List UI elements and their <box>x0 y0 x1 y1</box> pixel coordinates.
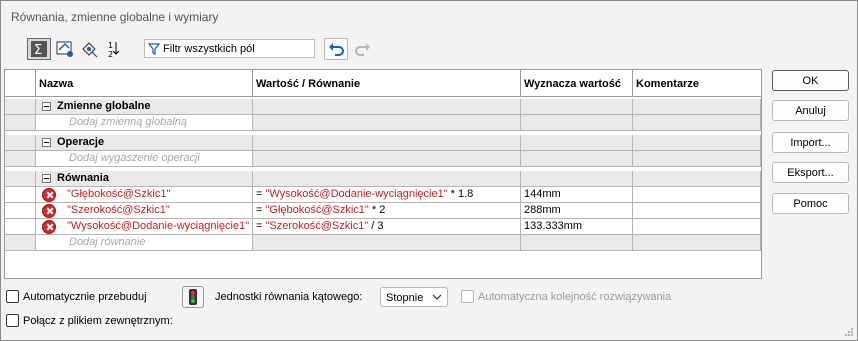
cancel-button[interactable]: Anuluj <box>772 100 849 121</box>
table-row[interactable]: "Wysokość@Dodanie-wyciągnięcie1" = "Szer… <box>5 219 761 235</box>
add-placeholder: Dodaj wygaszenie operacji <box>69 152 200 164</box>
auto-rebuild-checkbox[interactable] <box>6 290 19 303</box>
error-icon <box>42 220 56 234</box>
equation-view-icon: Σ <box>31 41 47 58</box>
angular-units-select[interactable]: Stopnie <box>380 287 448 307</box>
auto-rebuild-label: Automatycznie przebuduj <box>23 291 147 303</box>
angular-units-label: Jednostki równania kątowego: <box>215 291 363 303</box>
traffic-light-icon <box>189 289 197 305</box>
equation-comment[interactable] <box>633 219 761 235</box>
angular-units-value: Stopnie <box>386 292 424 304</box>
sketch-equation-view-icon <box>56 41 73 57</box>
section-label: Zmienne globalne <box>57 100 151 112</box>
add-row-feature[interactable]: Dodaj wygaszenie operacji <box>5 151 761 167</box>
equation-result: 144mm <box>521 187 633 203</box>
add-placeholder: Dodaj zmienną globalną <box>69 116 188 128</box>
svg-text:Σ: Σ <box>34 43 42 58</box>
add-row-global-variable[interactable]: Dodaj zmienną globalną <box>5 115 761 131</box>
dimension-view-icon <box>82 42 98 58</box>
auto-order-checkbox[interactable] <box>461 290 474 303</box>
sketch-equation-view-button[interactable] <box>53 38 77 60</box>
equation-name: "Głębokość@Szkic1" <box>67 188 171 200</box>
collapse-icon[interactable] <box>42 102 51 111</box>
dialog-title: Równania, zmienne globalne i wymiary <box>11 10 219 24</box>
section-row-equations[interactable]: Równania <box>5 171 761 187</box>
undo-button[interactable] <box>324 38 348 60</box>
table-row[interactable]: "Szerokość@Szkic1" = "Głębokość@Szkic1" … <box>5 203 761 219</box>
import-button[interactable]: Import... <box>772 132 849 153</box>
export-button[interactable]: Eksport... <box>772 162 849 183</box>
equations-table: Nazwa Wartość / Równanie Wyznacza wartoś… <box>4 69 762 279</box>
equation-comment[interactable] <box>633 187 761 203</box>
auto-order-label: Automatyczna kolejność rozwiązywania <box>478 291 672 303</box>
filter-label: Filtr wszystkich pól <box>163 42 255 55</box>
filter-icon <box>145 40 163 57</box>
equation-result: 288mm <box>521 203 633 219</box>
add-placeholder: Dodaj równanie <box>69 236 146 248</box>
link-file-label: Połącz z plikiem zewnętrznym: <box>23 315 173 327</box>
column-header-name[interactable]: Nazwa <box>36 70 253 97</box>
table-row[interactable]: "Głębokość@Szkic1" = "Wysokość@Dodanie-w… <box>5 187 761 203</box>
dimension-view-button[interactable] <box>78 38 102 60</box>
section-row-features[interactable]: Operacje <box>5 135 761 151</box>
equation-name: "Wysokość@Dodanie-wyciągnięcie1" <box>67 220 250 232</box>
rebuild-status-button[interactable] <box>182 286 204 308</box>
collapse-icon[interactable] <box>42 174 51 183</box>
equation-view-button[interactable]: Σ <box>27 38 51 60</box>
ordered-view-icon: 1 2 <box>108 41 120 58</box>
section-label: Równania <box>57 172 109 184</box>
link-file-checkbox[interactable] <box>6 314 19 327</box>
help-button[interactable]: Pomoc <box>772 193 849 214</box>
redo-button[interactable] <box>351 38 375 60</box>
row-header-corner <box>5 70 36 97</box>
ok-button[interactable]: OK <box>772 70 849 91</box>
error-icon <box>42 188 56 202</box>
column-header-comments[interactable]: Komentarze <box>633 70 761 97</box>
chevron-down-icon <box>432 294 442 300</box>
error-icon <box>42 204 56 218</box>
filter-field[interactable]: Filtr wszystkich pól <box>144 39 315 58</box>
equations-dialog: Równania, zmienne globalne i wymiary Σ 1… <box>0 0 858 341</box>
add-row-equation[interactable]: Dodaj równanie <box>5 235 761 251</box>
equation-comment[interactable] <box>633 203 761 219</box>
ordered-view-button[interactable]: 1 2 <box>104 38 128 60</box>
resize-grip-icon[interactable] <box>844 327 854 337</box>
column-header-result[interactable]: Wyznacza wartość <box>521 70 633 97</box>
collapse-icon[interactable] <box>42 138 51 147</box>
svg-text:2: 2 <box>108 50 113 58</box>
equation-name: "Szerokość@Szkic1" <box>67 204 170 216</box>
undo-icon <box>329 43 344 56</box>
section-row-global-variables[interactable]: Zmienne globalne <box>5 99 761 115</box>
column-header-value[interactable]: Wartość / Równanie <box>253 70 521 97</box>
title-bar[interactable]: Równania, zmienne globalne i wymiary <box>1 1 857 33</box>
section-label: Operacje <box>57 136 105 148</box>
svg-text:1: 1 <box>108 41 113 50</box>
redo-icon <box>355 43 370 56</box>
equation-result: 133.333mm <box>521 219 633 235</box>
